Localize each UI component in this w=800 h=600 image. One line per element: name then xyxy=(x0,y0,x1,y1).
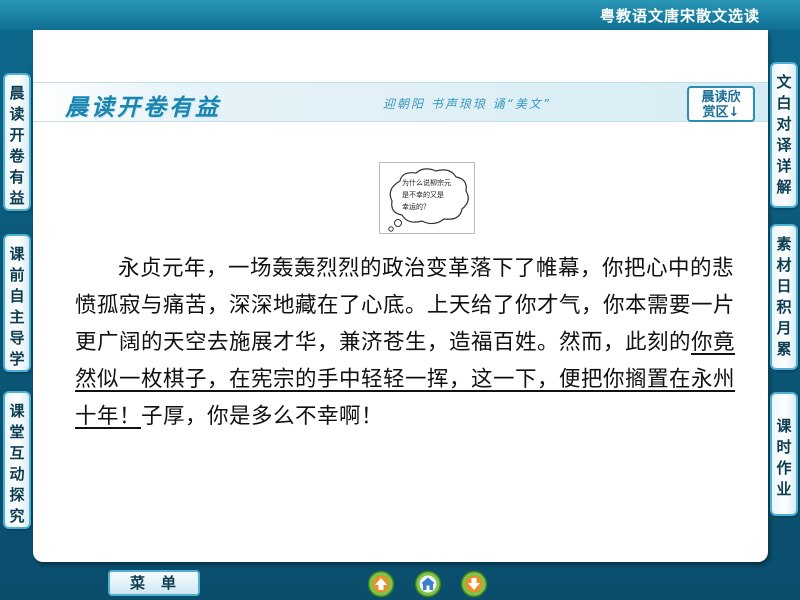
tab-homework[interactable]: 课时作业 xyxy=(770,392,798,516)
tab-label: 素材日积月累 xyxy=(776,235,792,358)
tab-preclass-study[interactable]: 课前自主导学 xyxy=(3,234,31,372)
tab-classroom-inquiry[interactable]: 课堂互动探究 xyxy=(3,391,31,529)
top-strip: 粤教语文唐宋散文选读 xyxy=(0,0,800,30)
tab-label: 课前自主导学 xyxy=(9,245,25,368)
passage-text-1: 永贞元年，一场轰轰烈烈的政治变革落下了帷幕，你把心中的悲愤孤寂与痛苦，深深地藏在… xyxy=(75,256,736,355)
tab-label: 晨读开卷有益 xyxy=(9,84,25,207)
badge-line-2: 赏区↓ xyxy=(702,105,740,120)
previous-arrow-icon xyxy=(367,570,395,598)
banner-title: 晨读开卷有益 xyxy=(65,94,221,121)
next-arrow-icon xyxy=(460,570,488,598)
tab-label: 课时作业 xyxy=(776,417,792,498)
thought-line-3: 幸运的？ xyxy=(402,203,430,211)
thought-bubble-image: 为什么说柳宗元 是不幸的又是 幸运的？ xyxy=(379,162,475,234)
passage-text-2: 子厚，你是多么不幸啊！ xyxy=(141,404,384,429)
thought-bubble-text: 为什么说柳宗元 是不幸的又是 幸运的？ xyxy=(402,177,464,213)
home-button[interactable] xyxy=(414,570,442,598)
thought-line-2: 是不幸的又是 xyxy=(402,191,444,199)
reading-passage: 永贞元年，一场轰轰烈烈的政治变革落下了帷幕，你把心中的悲愤孤寂与痛苦，深深地藏在… xyxy=(75,250,747,435)
badge-line-1: 晨读欣 xyxy=(701,90,741,105)
home-icon xyxy=(414,570,442,598)
previous-button[interactable] xyxy=(367,570,395,598)
tab-material-accumulation[interactable]: 素材日积月累 xyxy=(770,224,798,370)
book-title: 粤教语文唐宋散文选读 xyxy=(599,7,760,25)
menu-button[interactable]: 菜单 xyxy=(108,570,200,596)
reading-area-badge[interactable]: 晨读欣 赏区↓ xyxy=(687,86,755,122)
section-banner: 晨读开卷有益 迎朝阳 书声琅琅 诵“美文” 晨读欣 赏区↓ xyxy=(33,82,768,122)
next-button[interactable] xyxy=(460,570,488,598)
tab-label: 课堂互动探究 xyxy=(9,402,25,525)
tab-translation-explained[interactable]: 文白对译详解 xyxy=(770,62,798,208)
tab-morning-reading[interactable]: 晨读开卷有益 xyxy=(3,73,31,211)
banner-subtitle: 迎朝阳 书声琅琅 诵“美文” xyxy=(383,97,552,111)
content-card: 晨读开卷有益 迎朝阳 书声琅琅 诵“美文” 晨读欣 赏区↓ 为什么说柳宗元 是不… xyxy=(33,30,768,562)
thought-line-1: 为什么说柳宗元 xyxy=(402,179,451,187)
tab-label: 文白对译详解 xyxy=(776,73,792,196)
